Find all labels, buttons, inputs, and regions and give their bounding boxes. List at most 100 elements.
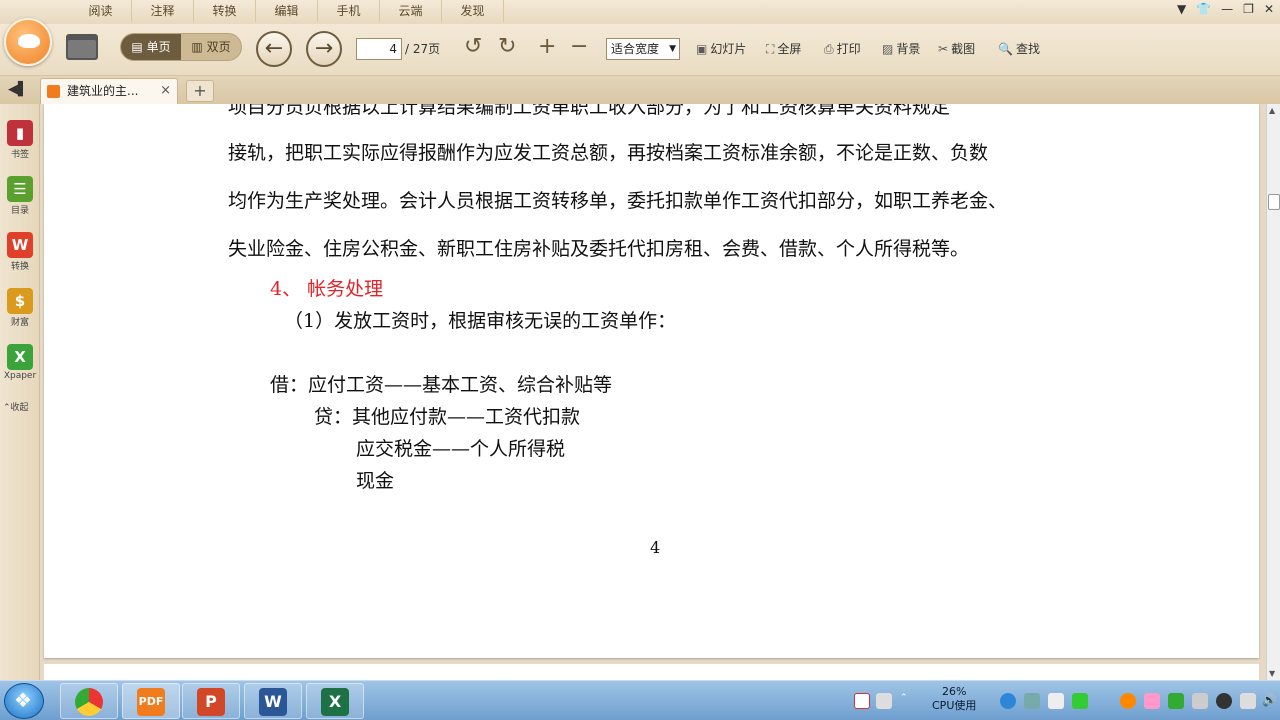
display-icon[interactable] — [1048, 693, 1064, 709]
expand-tray-icon[interactable]: ⌃ — [900, 693, 910, 709]
cpu-monitor: 26% CPU使用 — [932, 685, 976, 713]
section-heading: 4、 帐务处理 — [270, 278, 384, 300]
cpu-label: CPU使用 — [932, 699, 977, 712]
menu-bar: 阅读 注释 转换 编辑 手机 云端 发现 ▼ 👕 — ❐ ✕ — [0, 0, 1280, 24]
find-label: 查找 — [1015, 42, 1040, 56]
taskbar: PDF P W X ⌃ 26% CPU使用 🔊 — [0, 680, 1280, 720]
chrome-icon — [75, 688, 103, 716]
prev-page-icon[interactable]: ← — [256, 31, 292, 67]
zoom-in-icon[interactable]: + — [538, 34, 556, 59]
convert-icon: W — [7, 232, 33, 258]
background-label: 背景 — [896, 42, 921, 56]
toc-icon: ☰ — [7, 176, 33, 202]
scissors-icon: ✂ — [938, 42, 949, 56]
menu-tab-edit[interactable]: 编辑 — [256, 0, 318, 22]
skin-icon[interactable]: 👕 — [1196, 2, 1211, 16]
scroll-down-icon[interactable]: ▼ — [1269, 669, 1275, 678]
fullscreen-icon: ⛶ — [766, 42, 775, 56]
sidebar-item-xpaper[interactable]: X Xpaper — [2, 344, 38, 381]
menu-tab-read[interactable]: 阅读 — [70, 0, 132, 22]
network-globe-icon[interactable] — [1000, 693, 1016, 709]
excel-icon: X — [321, 688, 349, 716]
slideshow-icon: ▣ — [696, 42, 708, 56]
menu-dropdown-icon[interactable]: ▼ — [1177, 2, 1186, 16]
page-number: 4 — [650, 538, 661, 557]
xpaper-icon: X — [7, 344, 33, 370]
sidebar-item-label: Xpaper — [3, 371, 37, 381]
debit-entry: 借：应付工资——基本工资、综合补贴等 — [270, 374, 613, 396]
fullscreen-button[interactable]: ⛶ 全屏 — [766, 40, 801, 57]
pdf-file-icon — [47, 85, 60, 98]
users-icon[interactable] — [1024, 693, 1040, 709]
double-page-button[interactable]: ▥ 双页 — [181, 34, 241, 60]
taskbar-app-excel[interactable]: X — [306, 683, 364, 719]
page-total: / 27页 — [405, 42, 441, 56]
minimize-icon[interactable]: — — [1221, 2, 1233, 16]
pdf-reader-icon: PDF — [137, 688, 165, 716]
security-icon[interactable] — [1120, 693, 1136, 709]
printer-icon: ⎙ — [824, 42, 834, 56]
close-window-icon[interactable]: ✕ — [1264, 2, 1274, 16]
document-viewport[interactable]: 项目分员负根据以上计算结果编制工资单职工收入部分，为了和工资核算单关资料规定 接… — [40, 104, 1266, 680]
fullscreen-label: 全屏 — [777, 42, 802, 56]
app-logo-icon[interactable] — [4, 18, 52, 66]
cpu-percent: 26% — [941, 685, 967, 698]
body-line: 接轨，把职工实际应得报酬作为应发工资总额，再按档案工资标准余额，不论是正数、负数 — [228, 142, 989, 164]
sidebar-item-bookmark[interactable]: ▮ 书签 — [2, 120, 38, 160]
menu-tab-mobile[interactable]: 手机 — [318, 0, 380, 22]
zoom-out-icon[interactable]: − — [570, 34, 588, 59]
view-mode-group: ▤ 单页 ▥ 双页 — [120, 33, 242, 61]
rotate-left-icon[interactable]: ↺ — [464, 34, 482, 59]
close-tab-icon[interactable]: × — [160, 79, 171, 103]
taskbar-app-powerpoint[interactable]: P — [182, 683, 240, 719]
wechat-icon[interactable] — [1072, 693, 1088, 709]
sidebar-item-wealth[interactable]: $ 财富 — [2, 288, 38, 328]
window-controls: ▼ 👕 — ❐ ✕ — [1177, 2, 1274, 16]
sidebar-toggle-icon[interactable]: ◀▌ — [8, 82, 28, 97]
rotate-right-icon[interactable]: ↻ — [498, 34, 516, 59]
open-folder-icon[interactable] — [66, 34, 98, 60]
tab-bar: ◀▌ 建筑业的主... × + — [0, 76, 1280, 104]
background-icon: ▨ — [882, 42, 894, 56]
background-button[interactable]: ▨ 背景 — [882, 40, 920, 57]
sidebar-collapse-button[interactable]: ⌃收起 — [3, 400, 29, 413]
qq-icon[interactable] — [1216, 693, 1232, 709]
search-icon: 🔍 — [998, 42, 1013, 56]
menu-tab-cloud[interactable]: 云端 — [380, 0, 442, 22]
taskbar-app-chrome[interactable] — [60, 683, 118, 719]
sidebar-item-convert[interactable]: W 转换 — [2, 232, 38, 272]
menu-tab-annotate[interactable]: 注释 — [132, 0, 194, 22]
taskbar-app-word[interactable]: W — [244, 683, 302, 719]
pdf-tray-icon[interactable] — [854, 693, 870, 709]
restore-icon[interactable]: ❐ — [1243, 2, 1254, 16]
screenshot-button[interactable]: ✂ 截图 — [938, 40, 975, 57]
shield-icon[interactable] — [1168, 693, 1184, 709]
double-page-label: 双页 — [206, 40, 231, 54]
single-page-button[interactable]: ▤ 单页 — [121, 34, 181, 60]
menu-tab-discover[interactable]: 发现 — [442, 0, 504, 22]
credit-entry: 现金 — [356, 470, 395, 492]
menu-tab-convert[interactable]: 转换 — [194, 0, 256, 22]
left-sidebar: ▮ 书签 ☰ 目录 W 转换 $ 财富 X Xpaper ⌃收起 — [0, 104, 40, 680]
next-page-icon[interactable]: → — [306, 31, 342, 67]
toolbar: ▤ 单页 ▥ 双页 ← → 4 / 27页 ↺ ↻ + − 适合宽度 ▣幻灯片 … — [0, 18, 1280, 76]
scrollbar-thumb[interactable] — [1268, 194, 1280, 210]
keyboard-icon[interactable] — [876, 693, 892, 709]
document-tab[interactable]: 建筑业的主... × — [40, 78, 178, 104]
scroll-up-icon[interactable]: ▲ — [1269, 106, 1275, 115]
vertical-scrollbar[interactable]: ▲ ▼ — [1266, 104, 1280, 680]
start-button[interactable] — [4, 683, 44, 719]
usb-icon[interactable] — [1192, 693, 1208, 709]
volume-icon[interactable]: 🔊 — [1262, 693, 1278, 709]
find-button[interactable]: 🔍 查找 — [998, 40, 1040, 57]
zoom-mode-select[interactable]: 适合宽度 — [606, 38, 680, 60]
sidebar-item-toc[interactable]: ☰ 目录 — [2, 176, 38, 216]
print-button[interactable]: ⎙ 打印 — [824, 40, 861, 57]
slideshow-button[interactable]: ▣ 幻灯片 — [696, 40, 746, 57]
flower-icon[interactable] — [1144, 693, 1160, 709]
page-number-input[interactable]: 4 — [356, 38, 402, 60]
taskbar-app-pdf-reader[interactable]: PDF — [122, 683, 180, 719]
add-tab-button[interactable]: + — [186, 80, 214, 102]
document-page: 项目分员负根据以上计算结果编制工资单职工收入部分，为了和工资核算单关资料规定 接… — [44, 104, 1259, 658]
network-icon[interactable] — [1240, 693, 1256, 709]
